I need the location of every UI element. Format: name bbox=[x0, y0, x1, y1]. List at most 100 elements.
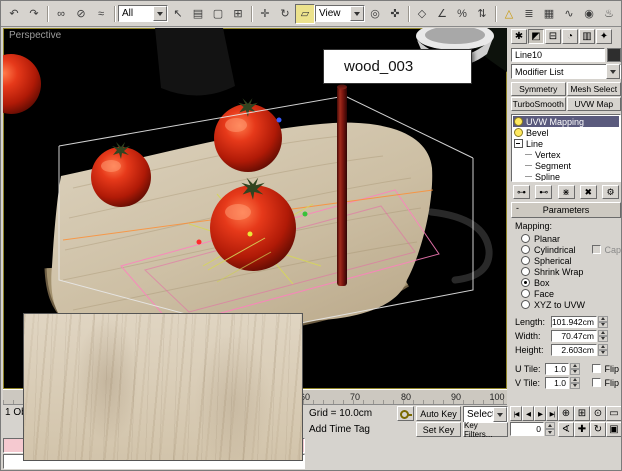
gizmo-handle-green[interactable] bbox=[302, 211, 308, 217]
radio-icon[interactable] bbox=[521, 245, 530, 254]
pin-stack-button[interactable]: ⊶ bbox=[513, 185, 530, 199]
tomato-edge[interactable] bbox=[3, 54, 41, 114]
mirror-icon[interactable]: △ bbox=[499, 4, 519, 24]
select-object-icon[interactable]: ↖ bbox=[168, 4, 188, 24]
viewport-label[interactable]: Perspective bbox=[9, 30, 61, 41]
modifier-button-uvw-map[interactable]: UVW Map bbox=[566, 97, 621, 111]
gizmo-handle-blue[interactable] bbox=[276, 117, 282, 123]
modifier-list-dropdown[interactable]: Modifier List bbox=[511, 64, 621, 79]
red-pole[interactable] bbox=[337, 84, 347, 287]
zoom-icon[interactable]: ⊕ bbox=[558, 406, 574, 421]
mapping-option-spherical[interactable]: Spherical bbox=[515, 255, 621, 266]
parameters-rollout-header[interactable]: - Parameters bbox=[511, 202, 621, 218]
modifier-button-mesh-select[interactable]: Mesh Select bbox=[566, 82, 621, 96]
undo-icon[interactable]: ↶ bbox=[4, 4, 24, 24]
mapping-option-cylindrical[interactable]: Cylindrical Cap bbox=[515, 244, 621, 255]
tomato-left[interactable] bbox=[91, 142, 151, 207]
material-editor-icon[interactable]: ◉ bbox=[579, 4, 599, 24]
tab-motion[interactable]: ◔ bbox=[562, 29, 578, 44]
chevron-down-icon[interactable] bbox=[153, 6, 167, 21]
spinner-snap-icon[interactable]: ⇅ bbox=[472, 4, 492, 24]
unlink-selection-icon[interactable]: ⊘ bbox=[71, 4, 91, 24]
redo-icon[interactable]: ↷ bbox=[24, 4, 44, 24]
visibility-bulb-icon[interactable] bbox=[514, 128, 523, 137]
chevron-down-icon[interactable] bbox=[606, 64, 620, 79]
go-to-start-button[interactable]: |◀ bbox=[510, 406, 522, 421]
object-name-field[interactable]: Line10 bbox=[511, 47, 605, 62]
length-spinner[interactable] bbox=[598, 315, 608, 328]
set-key-button[interactable]: Set Key bbox=[416, 422, 461, 437]
height-input[interactable]: 2.603cm bbox=[551, 343, 597, 356]
selection-filter-dropdown[interactable]: All bbox=[118, 5, 168, 22]
pan-icon[interactable]: ✚ bbox=[574, 422, 590, 437]
layer-manager-icon[interactable]: ▦ bbox=[539, 4, 559, 24]
snap-toggle-icon[interactable]: ◇ bbox=[412, 4, 432, 24]
radio-icon[interactable] bbox=[521, 234, 530, 243]
mapping-option-shrink-wrap[interactable]: Shrink Wrap bbox=[515, 266, 621, 277]
width-spinner[interactable] bbox=[598, 329, 608, 342]
configure-modifier-sets-button[interactable]: ⚙ bbox=[602, 185, 619, 199]
mapping-option-face[interactable]: Face bbox=[515, 288, 621, 299]
zoom-region-icon[interactable]: ▭ bbox=[606, 406, 621, 421]
field-of-view-icon[interactable]: ∢ bbox=[558, 422, 574, 437]
select-and-link-icon[interactable]: ∞ bbox=[51, 4, 71, 24]
select-and-move-icon[interactable]: ✛ bbox=[255, 4, 275, 24]
previous-frame-button[interactable]: ◀ bbox=[522, 406, 534, 421]
radio-icon-selected[interactable] bbox=[521, 278, 530, 287]
show-end-result-button[interactable]: ⊷ bbox=[535, 185, 553, 199]
u-flip-checkbox[interactable] bbox=[592, 364, 602, 373]
width-input[interactable]: 70.47cm bbox=[551, 329, 597, 342]
object-color-swatch[interactable] bbox=[607, 47, 621, 62]
bind-to-space-warp-icon[interactable]: ≈ bbox=[91, 4, 111, 24]
tab-hierarchy[interactable]: ⊟ bbox=[545, 29, 561, 44]
gizmo-handle-yellow[interactable] bbox=[247, 231, 253, 237]
set-keys-button[interactable] bbox=[397, 406, 414, 421]
auto-key-button[interactable]: Auto Key bbox=[416, 406, 461, 421]
mapping-option-xyz-to-uvw[interactable]: XYZ to UVW bbox=[515, 299, 621, 310]
make-unique-button[interactable]: ⋇ bbox=[557, 185, 575, 199]
zoom-extents-icon[interactable]: ⊙ bbox=[590, 406, 606, 421]
tab-create[interactable]: ✱ bbox=[511, 29, 527, 44]
play-animation-button[interactable]: ▶ bbox=[534, 406, 546, 421]
align-icon[interactable]: ≣ bbox=[519, 4, 539, 24]
stack-item-spline[interactable]: Spline bbox=[513, 171, 619, 182]
select-and-scale-icon[interactable]: ▱ bbox=[295, 3, 315, 24]
stack-item-bevel[interactable]: Bevel bbox=[513, 127, 619, 138]
current-frame-field[interactable]: 0 bbox=[510, 422, 544, 436]
stack-item-uvw-mapping[interactable]: UVW Mapping bbox=[513, 116, 619, 127]
tab-utilities[interactable]: ✦ bbox=[596, 29, 612, 44]
stack-item-line[interactable]: Line bbox=[513, 138, 619, 149]
remove-modifier-button[interactable]: ✖ bbox=[579, 185, 597, 199]
expander-minus-icon[interactable] bbox=[514, 139, 523, 148]
frame-spinner[interactable] bbox=[545, 422, 555, 436]
window-crossing-icon[interactable]: ⊞ bbox=[228, 4, 248, 24]
stack-item-segment[interactable]: Segment bbox=[513, 160, 619, 171]
select-and-rotate-icon[interactable]: ↻ bbox=[275, 4, 295, 24]
v-flip-checkbox[interactable] bbox=[592, 378, 602, 387]
height-spinner[interactable] bbox=[598, 343, 608, 356]
radio-icon[interactable] bbox=[521, 267, 530, 276]
modifier-button-turbosmooth[interactable]: TurboSmooth bbox=[511, 97, 566, 111]
tab-modify[interactable]: ◩ bbox=[528, 29, 544, 44]
v-tile-input[interactable]: 1.0 bbox=[545, 376, 569, 389]
gizmo-handle-red[interactable] bbox=[196, 239, 202, 245]
angle-snap-icon[interactable]: ∠ bbox=[432, 4, 452, 24]
arc-rotate-icon[interactable]: ↻ bbox=[590, 422, 606, 437]
mapping-option-box[interactable]: Box bbox=[515, 277, 621, 288]
go-to-end-button[interactable]: ▶| bbox=[546, 406, 558, 421]
length-input[interactable]: 101.942cm bbox=[551, 315, 597, 328]
radio-icon[interactable] bbox=[521, 289, 530, 298]
radio-icon[interactable] bbox=[521, 256, 530, 265]
visibility-bulb-icon[interactable] bbox=[514, 117, 523, 126]
reference-coordinate-dropdown[interactable]: View bbox=[315, 5, 365, 22]
chevron-down-icon[interactable] bbox=[350, 6, 364, 21]
min-max-toggle-icon[interactable]: ▣ bbox=[606, 422, 621, 437]
render-setup-icon[interactable]: ♨ bbox=[599, 4, 619, 24]
select-and-manipulate-icon[interactable]: ✜ bbox=[385, 4, 405, 24]
key-filters-button[interactable]: Key Filters... bbox=[463, 421, 508, 439]
mapping-option-planar[interactable]: Planar bbox=[515, 233, 621, 244]
zoom-all-icon[interactable]: ⊞ bbox=[574, 406, 590, 421]
rectangular-selection-region-icon[interactable]: ▢ bbox=[208, 4, 228, 24]
select-by-name-icon[interactable]: ▤ bbox=[188, 4, 208, 24]
u-tile-input[interactable]: 1.0 bbox=[545, 362, 569, 375]
